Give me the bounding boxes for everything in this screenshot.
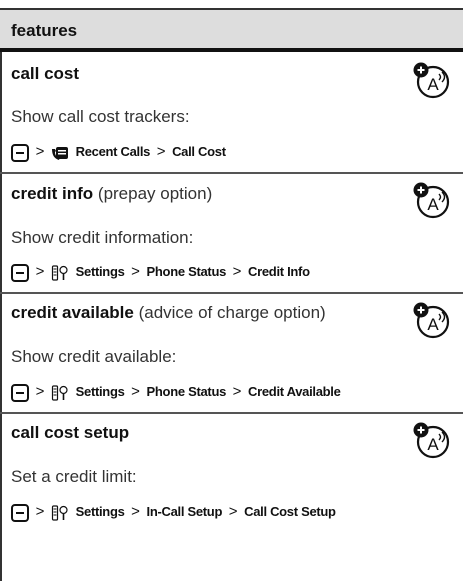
table-header: features [0,8,463,48]
svg-text:A: A [427,195,439,214]
row-divider [0,412,463,414]
menu-path-item: Settings [75,504,125,519]
menu-key-icon [11,263,29,282]
svg-text:A: A [427,435,439,454]
settings-icon [51,264,68,281]
section-title: credit available [11,303,134,322]
section-title-note: (advice of charge option) [138,303,326,322]
svg-text:A: A [427,315,439,334]
network-feature-icon: A [413,422,450,459]
menu-path: > Settings > In-Call Setup > Call Cost S… [11,503,336,522]
section-title-row: call cost [11,64,79,84]
menu-path-item: Recent Calls [75,144,151,159]
menu-path: > Recent Calls > Call Cost [11,143,226,162]
section-title-row: credit available (advice of charge optio… [11,303,326,323]
row-divider [0,292,463,294]
menu-path-item: Settings [75,264,125,279]
menu-path-item: Call Cost Setup [244,504,336,519]
header-divider [0,48,463,52]
network-feature-icon: A [413,62,450,99]
settings-icon [51,384,68,401]
menu-path-item: Credit Available [248,384,341,399]
row-divider [0,172,463,174]
settings-icon [51,504,68,521]
section-title: call cost setup [11,423,130,442]
menu-key-icon [11,143,29,162]
menu-path: > Settings > Phone Status > Credit Info [11,263,310,282]
section-description: Show credit available: [11,347,177,366]
menu-path: > Settings > Phone Status > Credit Avail… [11,383,341,402]
menu-path-item: In-Call Setup [146,504,223,519]
menu-key-icon [11,503,29,522]
section-title-row: credit info (prepay option) [11,184,212,204]
network-feature-icon: A [413,302,450,339]
header-title: features [11,21,78,40]
menu-path-item: Credit Info [248,264,310,279]
section-title: credit info [11,184,94,203]
svg-text:A: A [427,75,439,94]
menu-path-item: Settings [75,384,125,399]
feature-table: features call cost A Show call cost trac… [0,0,463,581]
section-title-row: call cost setup [11,423,129,443]
section-title: call cost [11,64,80,83]
recent-calls-icon [52,146,69,160]
menu-path-item: Call Cost [172,144,226,159]
section-description: Set a credit limit: [11,467,137,486]
section-description: Show call cost trackers: [11,107,190,126]
section-title-note: (prepay option) [97,184,213,203]
network-feature-icon: A [413,182,450,219]
table-left-border [0,8,2,581]
menu-key-icon [11,383,29,402]
menu-path-item: Phone Status [146,384,227,399]
menu-path-item: Phone Status [146,264,227,279]
section-description: Show credit information: [11,228,194,247]
